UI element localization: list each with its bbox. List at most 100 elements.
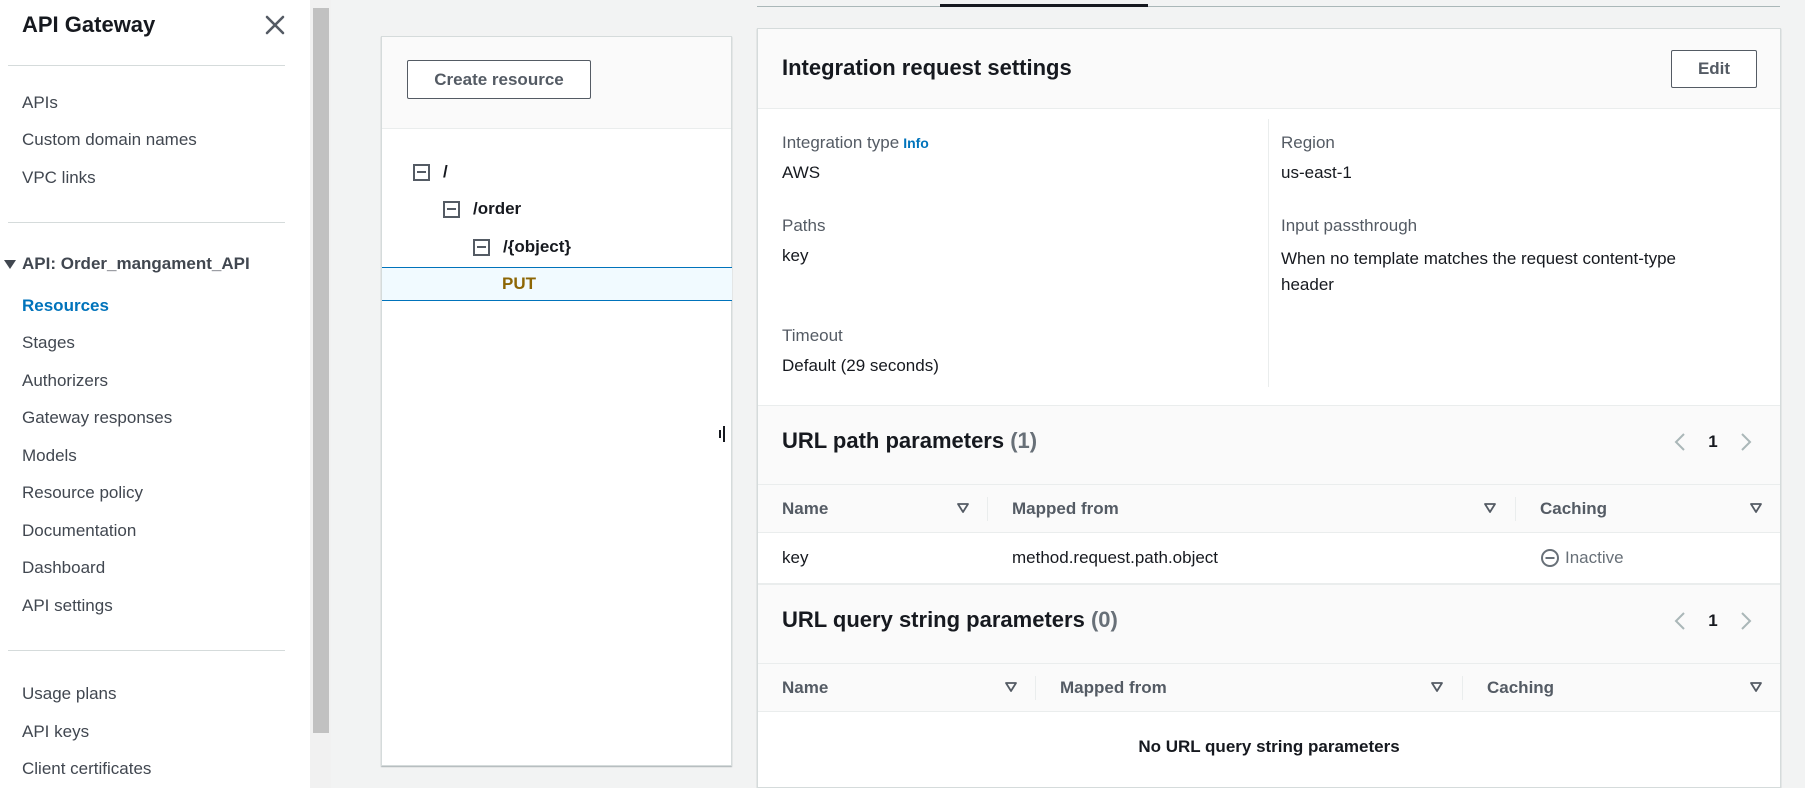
- tree-node-label: /order: [473, 199, 522, 218]
- column-header-caching[interactable]: Caching: [1540, 499, 1607, 519]
- chevron-left-icon[interactable]: [1670, 432, 1690, 452]
- sidebar-item-client-certificates[interactable]: Client certificates: [22, 759, 151, 779]
- input-passthrough-value: When no template matches the request con…: [1281, 249, 1677, 294]
- sidebar-item-api-settings[interactable]: API settings: [22, 596, 113, 616]
- paths-value: key: [782, 246, 809, 265]
- sidebar-item-resources[interactable]: Resources: [22, 296, 109, 316]
- sort-icon[interactable]: [1483, 501, 1497, 515]
- inactive-icon: [1541, 549, 1559, 567]
- column-divider: [1268, 119, 1269, 387]
- column-divider: [1035, 676, 1036, 700]
- close-icon[interactable]: [262, 12, 288, 38]
- tree-node-order[interactable]: /order: [443, 199, 521, 219]
- section-count: (1): [1010, 428, 1038, 453]
- timeout-value: Default (29 seconds): [782, 356, 939, 375]
- sidebar-item-models[interactable]: Models: [22, 446, 77, 466]
- status-text: Inactive: [1565, 548, 1624, 567]
- sidebar: API Gateway APIs Custom domain names VPC…: [0, 0, 310, 788]
- sidebar-divider: [8, 222, 285, 223]
- sidebar-item-authorizers[interactable]: Authorizers: [22, 371, 108, 391]
- page-number[interactable]: 1: [1690, 611, 1736, 631]
- column-header-name[interactable]: Name: [782, 499, 828, 519]
- sort-icon[interactable]: [1430, 680, 1444, 694]
- info-link[interactable]: Info: [903, 135, 929, 151]
- chevron-left-icon[interactable]: [1670, 611, 1690, 631]
- input-passthrough-label: Input passthrough: [1281, 216, 1418, 235]
- collapse-icon[interactable]: [443, 200, 460, 218]
- integration-type-value: AWS: [782, 163, 821, 182]
- empty-state-message: No URL query string parameters: [1138, 737, 1400, 756]
- tree-node-method-put[interactable]: PUT: [382, 267, 732, 301]
- sidebar-item-resource-policy[interactable]: Resource policy: [22, 483, 143, 503]
- sidebar-item-custom-domain-names[interactable]: Custom domain names: [22, 130, 197, 150]
- field-label: Integration type: [782, 133, 900, 152]
- page-number[interactable]: 1: [1690, 432, 1736, 452]
- sidebar-item-vpc-links[interactable]: VPC links: [22, 168, 96, 188]
- column-divider: [1462, 676, 1463, 700]
- method-label: PUT: [502, 274, 536, 293]
- panel-title: Integration request settings: [782, 55, 1072, 80]
- timeout-label: Timeout: [782, 326, 843, 345]
- tree-node-label: /{object}: [503, 237, 572, 256]
- table-header: Name Mapped from Caching: [758, 664, 1780, 712]
- region-value: us-east-1: [1281, 163, 1352, 182]
- create-resource-button[interactable]: Create resource: [407, 60, 591, 99]
- sidebar-item-apis[interactable]: APIs: [22, 93, 58, 113]
- chevron-right-icon[interactable]: [1736, 432, 1756, 452]
- section-title-text: URL query string parameters: [782, 607, 1085, 632]
- caret-down-icon: [4, 259, 16, 269]
- pagination: 1: [1670, 432, 1756, 452]
- chevron-right-icon[interactable]: [1736, 611, 1756, 631]
- sidebar-title: API Gateway: [22, 12, 156, 37]
- section-count: (0): [1090, 607, 1118, 632]
- sort-icon[interactable]: [1749, 501, 1763, 515]
- sort-icon[interactable]: [956, 501, 970, 515]
- section-title: URL query string parameters (0): [782, 607, 1118, 633]
- pagination: 1: [1670, 611, 1756, 631]
- resources-panel: Create resource / /order /{object} PUT: [381, 36, 732, 766]
- edit-button[interactable]: Edit: [1671, 50, 1757, 88]
- status-badge: Inactive: [1540, 548, 1624, 568]
- column-divider: [987, 497, 988, 521]
- api-group-label: API: Order_mangament_API: [22, 254, 250, 273]
- panel-resize-handle[interactable]: [719, 424, 727, 444]
- sidebar-item-usage-plans[interactable]: Usage plans: [22, 684, 117, 704]
- cell-name: key: [782, 548, 809, 567]
- sidebar-divider: [8, 65, 285, 66]
- column-header-mapped-from[interactable]: Mapped from: [1012, 499, 1119, 519]
- sort-icon[interactable]: [1749, 680, 1763, 694]
- column-header-caching[interactable]: Caching: [1487, 678, 1554, 698]
- paths-label: Paths: [782, 216, 826, 235]
- sidebar-item-dashboard[interactable]: Dashboard: [22, 558, 105, 578]
- tree-node-root[interactable]: /: [413, 162, 448, 182]
- resources-panel-header: Create resource: [382, 37, 731, 129]
- column-divider: [1515, 497, 1516, 521]
- sidebar-scrollbar-thumb[interactable]: [313, 8, 329, 733]
- region-label: Region: [1281, 133, 1335, 152]
- integration-request-panel: Integration request settings Edit Integr…: [757, 28, 1781, 788]
- table-row: key method.request.path.object Inactive: [758, 534, 1780, 584]
- url-path-params-header: URL path parameters (1) 1: [758, 405, 1780, 485]
- collapse-icon[interactable]: [413, 163, 430, 181]
- collapse-icon[interactable]: [473, 238, 490, 256]
- section-title: URL path parameters (1): [782, 428, 1037, 454]
- column-header-name[interactable]: Name: [782, 678, 828, 698]
- tree-node-object[interactable]: /{object}: [473, 237, 571, 257]
- integration-type-label: Integration type Info: [782, 133, 929, 153]
- url-query-params-header: URL query string parameters (0) 1: [758, 584, 1780, 664]
- sidebar-item-gateway-responses[interactable]: Gateway responses: [22, 408, 172, 428]
- cell-mapped-from: method.request.path.object: [1012, 548, 1219, 567]
- tabs-divider: [757, 6, 1780, 7]
- api-group-toggle[interactable]: API: Order_mangament_API: [4, 254, 250, 274]
- column-header-mapped-from[interactable]: Mapped from: [1060, 678, 1167, 698]
- tree-node-label: /: [443, 162, 448, 181]
- integration-panel-header: Integration request settings Edit: [758, 29, 1780, 109]
- sidebar-divider: [8, 650, 285, 651]
- sidebar-item-documentation[interactable]: Documentation: [22, 521, 136, 541]
- sidebar-item-api-keys[interactable]: API keys: [22, 722, 89, 742]
- table-header: Name Mapped from Caching: [758, 485, 1780, 533]
- section-title-text: URL path parameters: [782, 428, 1005, 453]
- tab-active-indicator: [940, 4, 1148, 7]
- sort-icon[interactable]: [1004, 680, 1018, 694]
- sidebar-item-stages[interactable]: Stages: [22, 333, 75, 353]
